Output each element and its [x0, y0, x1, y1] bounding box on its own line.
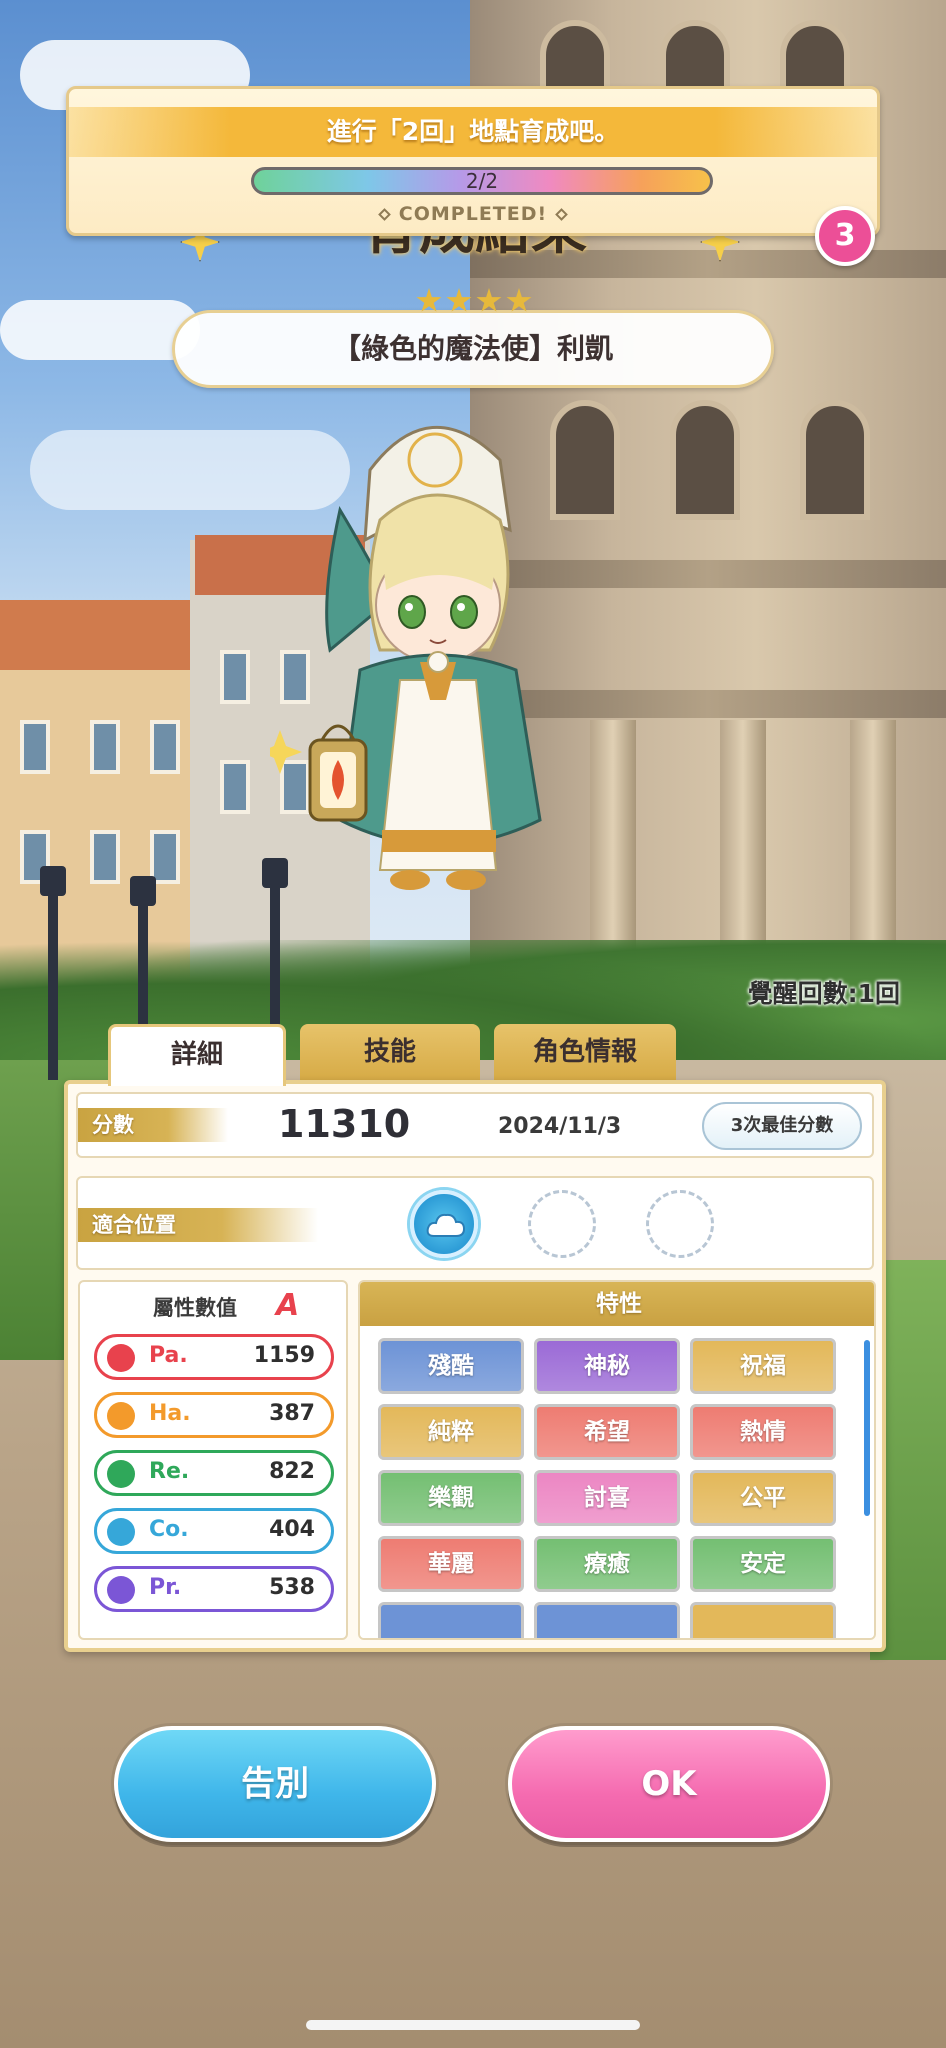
sun-icon: [107, 1402, 135, 1430]
best-score-button[interactable]: 3次最佳分數: [702, 1102, 862, 1150]
stat-row-ha: Ha. 387: [94, 1392, 334, 1438]
trait-badge[interactable]: 討喜: [534, 1470, 680, 1526]
stat-value: 822: [269, 1459, 315, 1484]
stat-name: Pr.: [149, 1575, 182, 1600]
trait-badge-partial: [690, 1602, 836, 1638]
traits-scrollbar[interactable]: [864, 1340, 870, 1516]
stat-name: Co.: [149, 1517, 189, 1542]
mission-progress-text: 2/2: [465, 169, 499, 193]
notification-badge[interactable]: 3: [815, 206, 875, 266]
street-lamp-head: [40, 866, 66, 896]
gem-icon: [107, 1576, 135, 1604]
stat-row-pr: Pr. 538: [94, 1566, 334, 1612]
trait-badge[interactable]: 安定: [690, 1536, 836, 1592]
trait-badge[interactable]: 熱情: [690, 1404, 836, 1460]
mission-title: 進行「2回」地點育成吧。: [326, 117, 620, 146]
stat-row-re: Re. 822: [94, 1450, 334, 1496]
trait-badge[interactable]: 殘酷: [378, 1338, 524, 1394]
wave-icon: [107, 1518, 135, 1546]
cloud-position-icon: [426, 1213, 466, 1237]
detail-panel: 分數 11310 2024/11/3 3次最佳分數 適合位置 屬性數值 A Pa…: [64, 1080, 886, 1652]
home-indicator[interactable]: [306, 2020, 640, 2030]
window: [220, 760, 250, 814]
stat-name: Ha.: [149, 1401, 191, 1426]
cloud: [0, 300, 200, 360]
mission-progress-bar: 2/2: [251, 167, 713, 195]
traits-list[interactable]: 殘酷 神秘 祝福純粹 希望 熱情樂觀 討喜 公平華麗 療癒 安定: [360, 1326, 874, 1638]
score-label: 分數: [78, 1108, 228, 1142]
trait-badge[interactable]: 公平: [690, 1470, 836, 1526]
window: [90, 830, 120, 884]
window: [150, 720, 180, 774]
trait-badge[interactable]: 神秘: [534, 1338, 680, 1394]
stat-value: 404: [269, 1517, 315, 1542]
stat-value: 387: [269, 1401, 315, 1426]
tab-detail[interactable]: 詳細: [108, 1024, 286, 1086]
stat-name: Pa.: [149, 1343, 188, 1368]
stats-rank: A: [276, 1288, 300, 1323]
trait-badge[interactable]: 療癒: [534, 1536, 680, 1592]
traits-title: 特性: [360, 1282, 874, 1326]
street-lamp: [48, 880, 58, 1080]
tower-arch: [800, 400, 870, 520]
stats-box: 屬性數值 A Pa. 1159 Ha. 387 Re. 822 Co. 404 Pr. 538: [78, 1280, 348, 1640]
awaken-count: 覺醒回數:1回: [747, 979, 900, 1008]
score-row: 分數 11310 2024/11/3 3次最佳分數: [76, 1092, 874, 1158]
stat-row-co: Co. 404: [94, 1508, 334, 1554]
window: [220, 650, 250, 704]
fire-icon: [107, 1344, 135, 1372]
trait-badge-partial: [534, 1602, 680, 1638]
completed-label: COMPLETED!: [398, 203, 548, 225]
trait-badge[interactable]: 祝福: [690, 1338, 836, 1394]
tab-character-info[interactable]: 角色情報: [494, 1024, 676, 1082]
tab-skill[interactable]: 技能: [300, 1024, 480, 1082]
clover-icon: [107, 1460, 135, 1488]
trait-badge[interactable]: 樂觀: [378, 1470, 524, 1526]
stat-value: 538: [269, 1575, 315, 1600]
window: [90, 720, 120, 774]
score-value: 11310: [278, 1102, 411, 1146]
traits-box: 特性 殘酷 神秘 祝福純粹 希望 熱情樂觀 討喜 公平華麗 療癒 安定: [358, 1280, 876, 1640]
ok-button[interactable]: OK: [508, 1726, 830, 1842]
trait-badge[interactable]: 純粹: [378, 1404, 524, 1460]
trait-badge[interactable]: 華麗: [378, 1536, 524, 1592]
score-date: 2024/11/3: [498, 1114, 622, 1139]
stat-name: Re.: [149, 1459, 190, 1484]
farewell-button[interactable]: 告別: [114, 1726, 436, 1842]
stat-row-pa: Pa. 1159: [94, 1334, 334, 1380]
stat-value: 1159: [253, 1343, 315, 1368]
mission-completed: COMPLETED!: [69, 203, 877, 229]
street-lamp-head: [130, 876, 156, 906]
mission-banner[interactable]: 進行「2回」地點育成吧。 2/2 COMPLETED!: [66, 86, 880, 236]
diamond-icon: [555, 208, 569, 221]
position-slot-empty: [646, 1190, 714, 1258]
position-slot-empty: [528, 1190, 596, 1258]
tower-arch: [670, 400, 740, 520]
diamond-icon: [377, 208, 391, 221]
window: [20, 720, 50, 774]
building-roof: [0, 600, 220, 670]
trait-badge-partial: [378, 1602, 524, 1638]
position-slot-filled: [410, 1190, 478, 1258]
trait-badge[interactable]: 希望: [534, 1404, 680, 1460]
card-name: 【綠色的魔法使】利凱: [172, 310, 774, 388]
character-sprite: [270, 426, 542, 890]
position-row: 適合位置: [76, 1176, 874, 1270]
position-label: 適合位置: [78, 1208, 318, 1242]
